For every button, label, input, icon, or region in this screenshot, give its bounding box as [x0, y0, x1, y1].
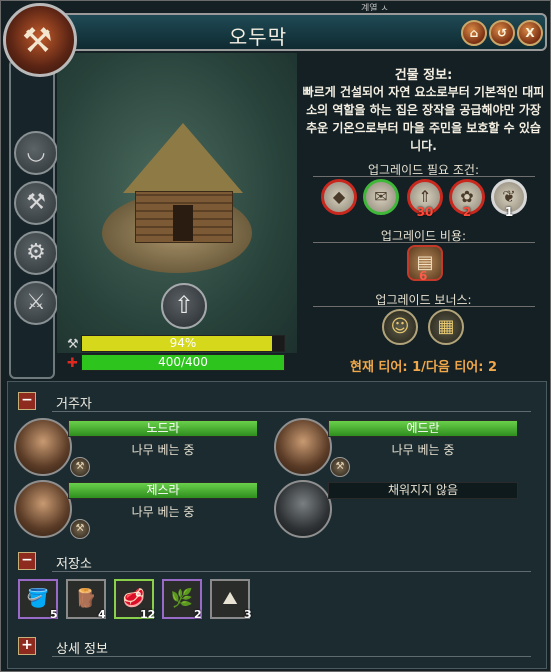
- health-cross-icon: ✚: [67, 356, 78, 371]
- collapse-button[interactable]: −: [18, 552, 36, 570]
- axe-icon: ⚒: [330, 457, 350, 477]
- rotate-button[interactable]: ↺: [489, 20, 515, 46]
- cost-value: 6: [419, 269, 428, 283]
- separator: [52, 656, 531, 657]
- health-text: 400/400: [158, 355, 208, 369]
- health-bar: 400/400: [81, 354, 285, 371]
- item-count: 2: [194, 608, 202, 621]
- building-emblem: ⚒: [3, 3, 77, 77]
- resident-name: 채워지지 않음: [328, 482, 518, 499]
- storage-label: 저장소: [56, 557, 92, 572]
- hut-door: [173, 205, 193, 241]
- details-header[interactable]: + 상세 정보: [16, 635, 531, 657]
- happiness-icon[interactable]: ☺: [382, 309, 418, 345]
- tools-icon[interactable]: ⚒: [14, 181, 58, 225]
- lock-arrow-icon: ⇧: [173, 291, 195, 319]
- resident-name: 제스라: [68, 482, 258, 499]
- wheel-icon[interactable]: ⚙: [14, 231, 58, 275]
- resident-job: 나무 베는 중: [131, 505, 195, 519]
- resident-job: 나무 베는 중: [131, 443, 195, 457]
- close-button[interactable]: X: [517, 20, 543, 46]
- separator: [313, 176, 535, 177]
- storage-header[interactable]: − 저장소: [16, 550, 531, 572]
- tool-column: ◡ ⚒ ⚙ ⚔: [9, 59, 58, 379]
- axe-icon: ⚒: [70, 457, 90, 477]
- avatar[interactable]: [14, 418, 72, 476]
- separator: [52, 411, 531, 412]
- hammer-icon: ⚒: [22, 21, 53, 61]
- details-panel: − 거주자 노드라 나무 베는 중 ⚒ 에드란 나무 베는 중 ⚒ 제스라 나무…: [7, 381, 547, 669]
- separator: [313, 242, 535, 243]
- residents-header[interactable]: − 거주자: [16, 390, 531, 412]
- separator: [313, 306, 535, 307]
- info-title: 건물 정보:: [394, 68, 453, 83]
- avatar[interactable]: [274, 418, 332, 476]
- building-window: 계열 ㅅ ⚒ 오두막 ⌂ ↺ X ◡ ⚒ ⚙ ⚔ ⇧ ⚒ 94% ✚ 400/4…: [0, 0, 551, 672]
- details-label: 상세 정보: [56, 642, 108, 657]
- resident-job: 나무 베는 중: [391, 443, 455, 457]
- item-count: 4: [98, 608, 106, 621]
- item-count: 5: [50, 608, 58, 621]
- info-description: 빠르게 건설되어 자연 요소로부터 기본적인 대피소의 역할을 하는 집은 장작…: [302, 85, 545, 153]
- hammer-icon: ⚒: [67, 337, 79, 352]
- item-count: 3: [244, 608, 252, 621]
- top-strip: 계열 ㅅ: [361, 4, 389, 11]
- requirement-value: 2: [462, 205, 472, 219]
- progress-text: 94%: [169, 336, 197, 350]
- stone-icon[interactable]: ◆: [321, 179, 357, 215]
- expand-button[interactable]: +: [18, 637, 36, 655]
- residents-label: 거주자: [56, 397, 92, 412]
- window-header: 오두막 ⌂ ↺ X: [59, 13, 547, 51]
- avatar[interactable]: [14, 480, 72, 538]
- item-count: 12: [140, 608, 156, 621]
- empty-avatar[interactable]: [274, 480, 332, 538]
- tier-text: 현재 티어: 1/다음 티어: 2: [349, 360, 498, 375]
- axe-icon: ⚒: [70, 519, 90, 539]
- hut-roof: [123, 123, 243, 193]
- scroll-icon[interactable]: ✉: [363, 179, 399, 215]
- requirement-value: 30: [416, 205, 434, 219]
- bowl-icon[interactable]: ◡: [14, 131, 58, 175]
- upgrade-lock-button[interactable]: ⇧: [161, 283, 207, 329]
- progress-bar: 94%: [81, 335, 285, 352]
- home-button[interactable]: ⌂: [461, 20, 487, 46]
- resident-name: 노드라: [68, 420, 258, 437]
- window-title: 오두막: [228, 25, 288, 49]
- resident-name: 에드란: [328, 420, 518, 437]
- collapse-button[interactable]: −: [18, 392, 36, 410]
- storage-icon[interactable]: ▦: [428, 309, 464, 345]
- separator: [52, 571, 531, 572]
- crossed-swords-icon[interactable]: ⚔: [14, 281, 58, 325]
- requirement-value: 1: [504, 205, 514, 219]
